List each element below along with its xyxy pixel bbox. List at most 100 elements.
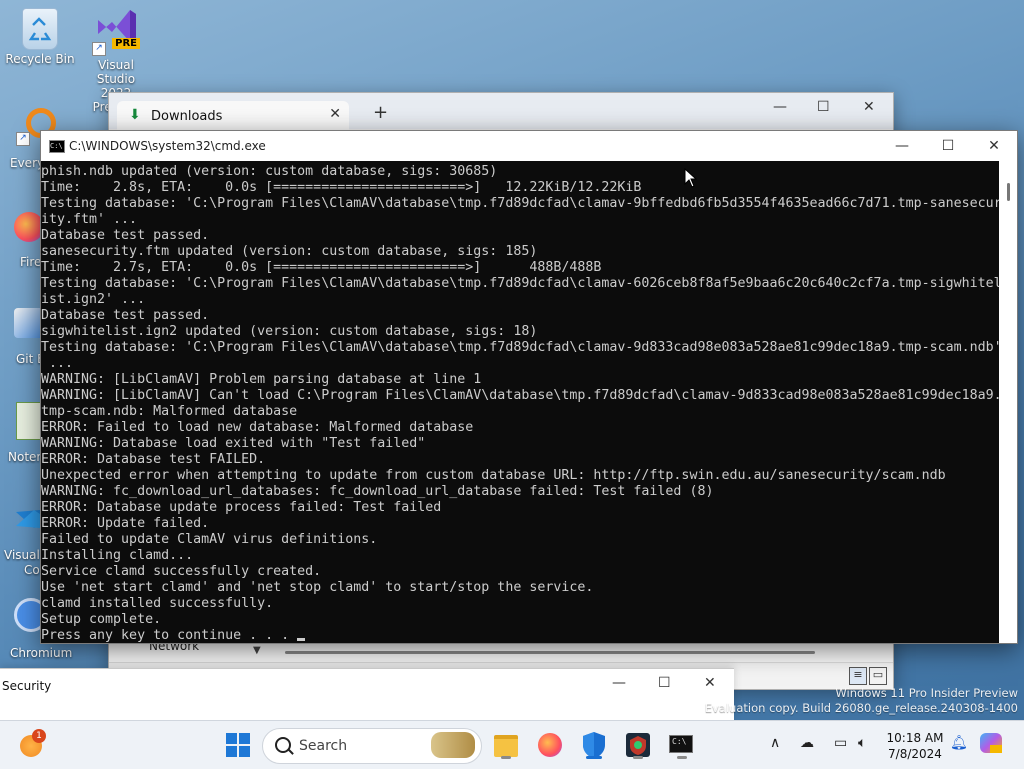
- taskbar-clamav[interactable]: [622, 729, 654, 761]
- security-maximize-button[interactable]: ☐: [658, 675, 671, 691]
- explorer-close-button[interactable]: ✕: [863, 99, 875, 115]
- desktop-label-visual-studio-code: Visual: [4, 548, 40, 562]
- console-line: ...: [41, 356, 74, 371]
- console-line: WARNING: [LibClamAV] Problem parsing dat…: [41, 372, 482, 387]
- taskbar-search-box[interactable]: Search: [262, 728, 482, 764]
- console-line: Testing database: 'C:\Program Files\Clam…: [41, 196, 999, 211]
- weather-widget[interactable]: 1: [20, 729, 46, 757]
- recycle-bin-icon: [22, 8, 58, 50]
- taskbar-file-explorer[interactable]: [490, 729, 522, 761]
- desktop-watermark: Windows 11 Pro Insider Preview Evaluatio…: [705, 686, 1018, 716]
- console-line: Service clamd successfully created.: [41, 564, 322, 579]
- security-minimize-button[interactable]: —: [612, 675, 626, 691]
- clock-date: 7/8/2024: [888, 747, 942, 761]
- security-window-title: Security: [2, 679, 52, 693]
- console-output[interactable]: phish.ndb updated (version: custom datab…: [41, 161, 999, 643]
- windows-logo-icon: [226, 733, 250, 757]
- console-line: tmp-scam.ndb: Malformed database: [41, 404, 298, 419]
- notification-bell-icon[interactable]: 🔔︎: [950, 735, 968, 751]
- shortcut-arrow-icon: ↗: [16, 132, 30, 146]
- recycle-bin-label: Recycle Bin: [5, 52, 75, 66]
- console-line: WARNING: fc_download_url_databases: fc_d…: [41, 484, 714, 499]
- network-icon[interactable]: ▭: [834, 735, 847, 751]
- taskbar-cmd[interactable]: C:\: [666, 729, 698, 761]
- console-line: Press any key to continue . . .: [41, 628, 999, 643]
- watermark-edition: Windows 11 Pro Insider Preview: [835, 686, 1018, 700]
- clamav-icon: [626, 733, 650, 757]
- cmd-title-bar[interactable]: C:\ C:\WINDOWS\system32\cmd.exe — ☐ ✕: [41, 131, 1017, 161]
- desktop-icon-recycle-bin[interactable]: Recycle Bin: [2, 8, 78, 66]
- mouse-pointer-icon: [684, 168, 698, 188]
- shortcut-arrow-icon: ↗: [92, 42, 106, 56]
- start-button[interactable]: [226, 733, 250, 757]
- pre-badge: PRE: [112, 38, 140, 49]
- console-line: ERROR: Database test FAILED.: [41, 452, 266, 467]
- console-line: phish.ndb updated (version: custom datab…: [41, 164, 498, 179]
- explorer-minimize-button[interactable]: —: [773, 99, 787, 115]
- copilot-pre-badge: [990, 745, 1002, 753]
- desktop-icon-visual-studio-code[interactable]: [14, 504, 42, 534]
- console-line: sanesecurity.ftm updated (version: custo…: [41, 244, 538, 259]
- console-line: WARNING: [LibClamAV] Can't load C:\Progr…: [41, 388, 999, 403]
- running-indicator: [501, 756, 511, 759]
- taskbar-clock[interactable]: 10:18 AM 7/8/2024: [884, 730, 946, 762]
- console-line: Use 'net start clamd' and 'net stop clam…: [41, 580, 594, 595]
- console-line: Failed to update ClamAV virus definition…: [41, 532, 378, 547]
- console-line: Setup complete.: [41, 612, 162, 627]
- console-line: ERROR: Database update process failed: T…: [41, 500, 442, 515]
- console-line: sigwhitelist.ign2 updated (version: cust…: [41, 324, 538, 339]
- details-view-icon[interactable]: ≡: [849, 667, 867, 685]
- onedrive-icon[interactable]: ☁: [800, 735, 814, 751]
- desktop-label-everything: Every: [10, 156, 45, 170]
- terminal-icon: C:\: [669, 735, 693, 753]
- folder-icon: [494, 735, 518, 757]
- console-line: Testing database: 'C:\Program Files\Clam…: [41, 340, 999, 355]
- console-cursor: [297, 638, 306, 641]
- cmd-vertical-scrollbar[interactable]: [999, 161, 1017, 643]
- desktop-label-chromium: Chromium: [10, 646, 73, 660]
- running-indicator: [677, 756, 687, 759]
- cmd-scroll-thumb[interactable]: [1007, 183, 1010, 201]
- notification-count-badge: 1: [32, 729, 46, 743]
- show-hidden-icons-button[interactable]: ∧: [770, 735, 780, 751]
- search-highlight-image: [431, 732, 475, 758]
- tiles-view-icon[interactable]: ▭: [869, 667, 887, 685]
- security-window[interactable]: Security — ☐ ✕: [0, 668, 734, 721]
- copilot-button[interactable]: [980, 733, 1004, 757]
- explorer-maximize-button[interactable]: ☐: [817, 99, 830, 115]
- console-line: ist.ign2' ...: [41, 292, 146, 307]
- taskbar-windows-security[interactable]: [578, 729, 610, 761]
- cmd-window-title: C:\WINDOWS\system32\cmd.exe: [69, 139, 266, 153]
- tab-downloads-label: Downloads: [151, 109, 223, 124]
- running-indicator: [633, 756, 643, 759]
- cmd-minimize-button[interactable]: —: [879, 135, 925, 157]
- volume-icon[interactable]: 🔈︎: [858, 735, 866, 751]
- clock-time: 10:18 AM: [886, 731, 944, 745]
- chevron-down-icon[interactable]: ▼: [253, 645, 261, 656]
- tab-downloads[interactable]: ⬇ Downloads ✕: [117, 101, 349, 131]
- explorer-horizontal-scrollbar[interactable]: [285, 651, 815, 654]
- cmd-close-button[interactable]: ✕: [971, 135, 1017, 157]
- desktop-label-notepad: Noter: [8, 450, 42, 464]
- cmd-app-icon: C:\: [49, 140, 65, 153]
- cmd-window[interactable]: C:\ C:\WINDOWS\system32\cmd.exe — ☐ ✕ ph…: [40, 130, 1018, 644]
- console-line: Testing database: 'C:\Program Files\Clam…: [41, 276, 999, 291]
- console-line: ERROR: Update failed.: [41, 516, 210, 531]
- download-arrow-icon: ⬇: [129, 107, 141, 123]
- cmd-maximize-button[interactable]: ☐: [925, 135, 971, 157]
- console-line: Installing clamd...: [41, 548, 194, 563]
- taskbar: 1 Search C:\ ∧ ☁ ▭ 🔈︎ 10:18 AM 7/8/2024 …: [0, 720, 1024, 769]
- console-line: Database test passed.: [41, 308, 210, 323]
- search-icon: [275, 737, 291, 753]
- tab-close-icon[interactable]: ✕: [329, 106, 341, 122]
- taskbar-firefox[interactable]: [534, 729, 566, 761]
- console-line: ity.ftm' ...: [41, 212, 138, 227]
- search-placeholder: Search: [299, 738, 348, 754]
- active-indicator: [586, 756, 602, 759]
- console-line: ERROR: Failed to load new database: Malf…: [41, 420, 474, 435]
- new-tab-button[interactable]: +: [373, 104, 388, 122]
- visual-studio-icon: PRE ↗: [92, 6, 140, 56]
- console-line: Database test passed.: [41, 228, 210, 243]
- console-line: Unexpected error when attempting to upda…: [41, 468, 946, 483]
- console-line: WARNING: Database load exited with "Test…: [41, 436, 426, 451]
